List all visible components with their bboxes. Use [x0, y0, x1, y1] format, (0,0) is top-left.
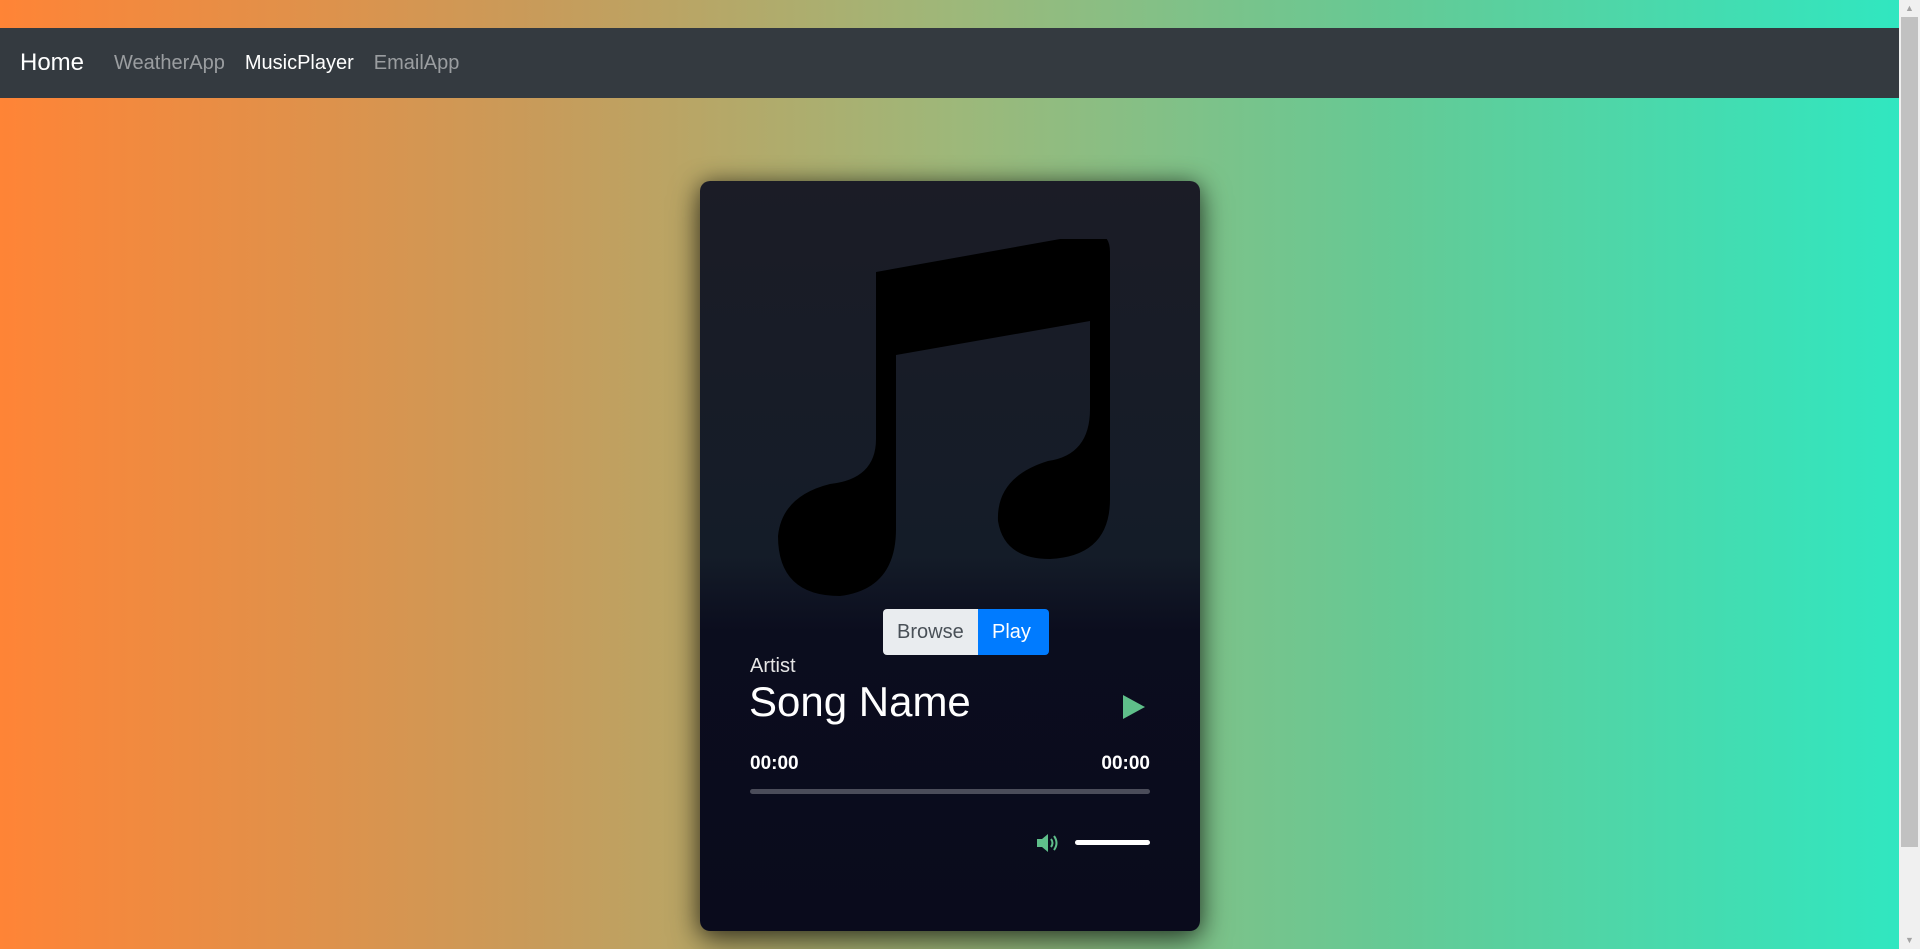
browse-button[interactable]: Browse	[883, 609, 978, 655]
nav-brand-home[interactable]: Home	[20, 49, 84, 77]
nav-link-musicplayer[interactable]: MusicPlayer	[245, 52, 354, 75]
song-title: Song Name	[749, 678, 971, 725]
play-tab-button[interactable]: Play	[978, 609, 1049, 655]
vertical-scrollbar[interactable]: ▲ ▼	[1899, 0, 1920, 949]
scroll-down-arrow-icon[interactable]: ▼	[1899, 932, 1920, 949]
volume-slider[interactable]	[1075, 840, 1150, 845]
song-progress-bar[interactable]	[750, 789, 1150, 794]
music-player-card: Browse Play Artist Song Name 00:00 00:00	[700, 181, 1200, 931]
total-duration: 00:00	[1101, 753, 1150, 774]
nav-link-emailapp[interactable]: EmailApp	[374, 52, 460, 75]
scroll-up-arrow-icon[interactable]: ▲	[1899, 0, 1920, 17]
volume-level-fill	[1075, 840, 1150, 845]
nav-link-weatherapp[interactable]: WeatherApp	[114, 52, 225, 75]
current-time: 00:00	[750, 753, 799, 774]
scrollbar-thumb[interactable]	[1901, 17, 1918, 847]
artist-name: Artist	[750, 655, 796, 677]
volume-icon[interactable]	[1036, 832, 1060, 854]
music-note-icon	[778, 239, 1110, 596]
browse-play-button-group: Browse Play	[883, 609, 1049, 655]
top-navbar: Home WeatherApp MusicPlayer EmailApp	[0, 28, 1899, 98]
play-icon[interactable]	[1121, 693, 1147, 721]
